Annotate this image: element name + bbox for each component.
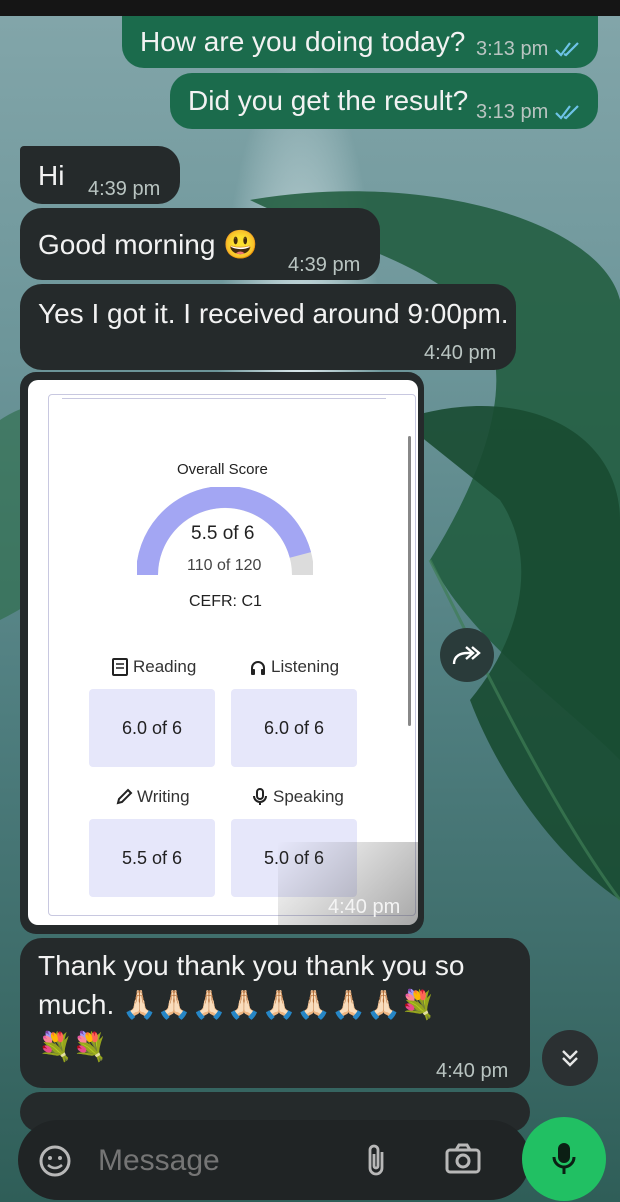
sticker-icon[interactable] xyxy=(38,1144,72,1178)
message-time: 3:13 pm xyxy=(476,38,549,60)
headphones-icon xyxy=(251,661,265,675)
book-icon xyxy=(112,658,128,676)
forward-icon xyxy=(452,646,481,665)
forward-button[interactable] xyxy=(440,628,494,682)
message-bubble-incoming[interactable]: Thank you thank you thank you so much. 🙏… xyxy=(20,938,530,1088)
skill-name: Reading xyxy=(133,657,197,676)
score-report-image[interactable]: Overall Score 5.5 of 6 110 of 120 CEFR: … xyxy=(28,380,418,925)
message-time: 4:39 pm xyxy=(288,254,361,276)
overall-score-title: Overall Score xyxy=(177,461,268,478)
message-bubble-incoming[interactable]: Good morning 😃 4:39 pm xyxy=(20,208,380,280)
pencil-icon xyxy=(116,788,133,805)
message-time: 4:39 pm xyxy=(88,178,161,200)
message-bubble-outgoing[interactable]: Did you get the result? 3:13 pm xyxy=(170,73,598,129)
message-time: 3:13 pm xyxy=(476,101,549,123)
scroll-down-button[interactable] xyxy=(542,1030,598,1086)
skill-name: Listening xyxy=(271,657,340,676)
message-bubble-incoming[interactable]: Yes I got it. I received around 9:00pm. … xyxy=(20,284,516,370)
message-text: How are you doing today? xyxy=(140,26,466,57)
microphone-icon xyxy=(253,788,267,805)
message-time: 4:40 pm xyxy=(328,896,401,918)
message-composer[interactable] xyxy=(18,1120,530,1200)
double-chevron-down-icon xyxy=(562,1050,578,1067)
skill-reading: Reading xyxy=(111,657,196,677)
skill-name: Writing xyxy=(137,787,190,806)
overall-score-points: 110 of 120 xyxy=(187,557,262,574)
message-text-line: 💐💐 xyxy=(38,1031,108,1062)
message-input[interactable] xyxy=(96,1138,350,1184)
camera-icon[interactable] xyxy=(444,1142,482,1176)
message-bubble-incoming[interactable]: Hi 4:39 pm xyxy=(20,146,180,204)
score-panel: Overall Score 5.5 of 6 110 of 120 CEFR: … xyxy=(48,394,416,916)
overall-score-value: 5.5 of 6 xyxy=(191,523,255,544)
message-bubble-outgoing[interactable]: How are you doing today? 3:13 pm xyxy=(122,16,598,68)
message-time: 4:40 pm xyxy=(424,342,497,364)
message-text: Good morning 😃 xyxy=(38,229,259,260)
cefr-level: CEFR: C1 xyxy=(189,593,262,610)
paperclip-icon[interactable] xyxy=(364,1142,390,1178)
status-bar xyxy=(0,0,620,16)
double-check-icon xyxy=(555,42,579,57)
writing-score-box: 5.5 of 6 xyxy=(89,819,215,897)
voice-message-button[interactable] xyxy=(522,1117,606,1201)
reading-score-box: 6.0 of 6 xyxy=(89,689,215,767)
skill-speaking: Speaking xyxy=(251,787,344,807)
message-text: Did you get the result? xyxy=(188,85,469,116)
message-text: Hi xyxy=(38,160,65,191)
skill-listening: Listening xyxy=(249,657,339,677)
message-text-line: Thank you thank you thank you so xyxy=(38,950,465,981)
skill-writing: Writing xyxy=(115,787,190,807)
listening-score-box: 6.0 of 6 xyxy=(231,689,357,767)
double-check-icon xyxy=(555,105,579,120)
message-text: Yes I got it. I received around 9:00pm. xyxy=(38,298,509,329)
mic-icon xyxy=(552,1143,576,1174)
skill-name: Speaking xyxy=(273,787,344,806)
message-text-line: much. 🙏🏻🙏🏻🙏🏻🙏🏻🙏🏻🙏🏻🙏🏻🙏🏻💐 xyxy=(38,989,436,1020)
message-time: 4:40 pm xyxy=(436,1060,509,1082)
